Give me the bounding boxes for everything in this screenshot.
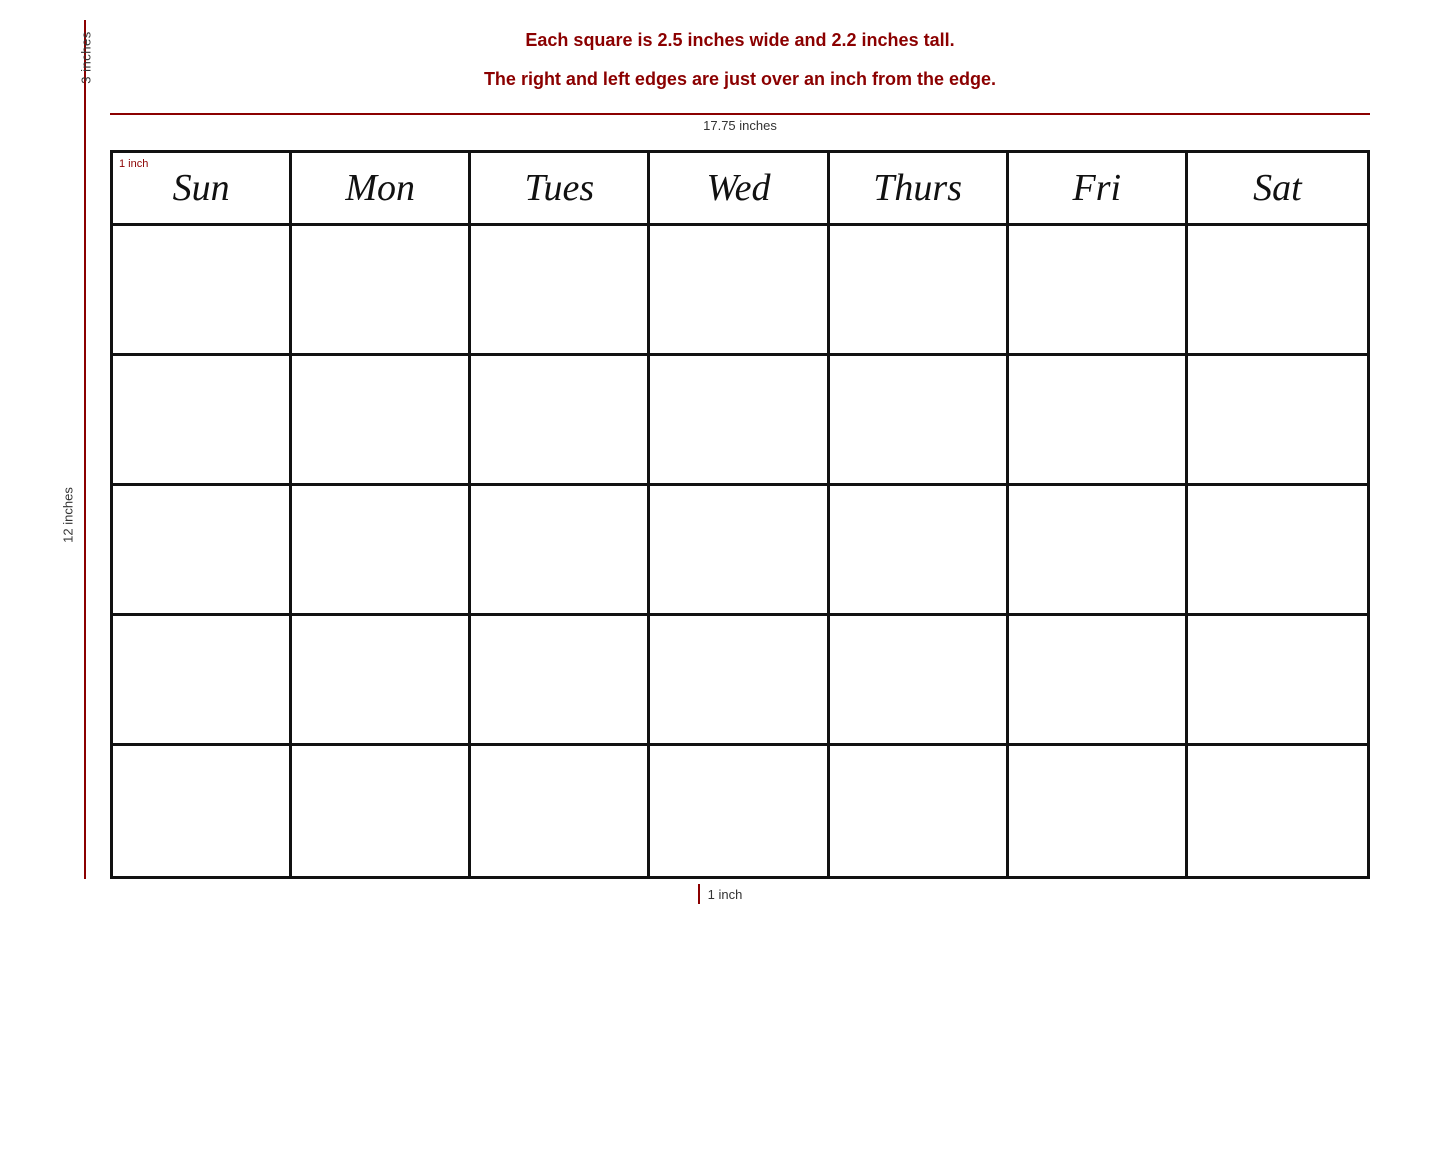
calendar-day-cell (113, 746, 292, 876)
calendar-day-cell (830, 356, 1009, 486)
info-line-2: The right and left edges are just over a… (484, 69, 996, 90)
calendar-day-cell (471, 486, 650, 616)
calendar-day-cell (650, 226, 829, 356)
day-label-fri: Fri (1072, 166, 1121, 210)
calendar: 1 inch Sun Mon Tues Wed Thurs Fri (110, 150, 1370, 879)
calendar-day-cell (471, 616, 650, 746)
h-measure-container: 17.75 inches (110, 113, 1370, 133)
calendar-day-cell (1009, 616, 1188, 746)
calendar-day-cell (830, 226, 1009, 356)
calendar-day-cell (1188, 746, 1367, 876)
calendar-day-cell (471, 746, 650, 876)
top-annotation: 3 inches Each square is 2.5 inches wide … (70, 20, 1370, 150)
calendar-day-cell (830, 616, 1009, 746)
page-container: 3 inches Each square is 2.5 inches wide … (70, 20, 1370, 904)
calendar-day-cell (113, 356, 292, 486)
day-label-wed: Wed (706, 166, 770, 210)
calendar-day-cell (292, 746, 471, 876)
calendar-day-cell (292, 226, 471, 356)
header-cell-sun: 1 inch Sun (113, 153, 292, 223)
top-vertical-label-container: 3 inches (70, 20, 100, 150)
sun-inch-label: 1 inch (119, 158, 148, 170)
bottom-annotation: 1 inch (70, 884, 1370, 904)
h-measure-label: 17.75 inches (703, 118, 777, 133)
bottom-label: 1 inch (708, 887, 743, 902)
top-vertical-label: 3 inches (79, 31, 94, 83)
calendar-day-cell (471, 356, 650, 486)
bottom-tick-row: 1 inch (698, 884, 743, 904)
calendar-day-cell (650, 746, 829, 876)
header-cell-thurs: Thurs (830, 153, 1009, 223)
calendar-day-cell (1188, 486, 1367, 616)
main-area: 12 inches 1 inch Sun Mon Tues Wed (70, 150, 1370, 879)
day-label-mon: Mon (345, 166, 415, 210)
h-measure-line (110, 113, 1370, 115)
calendar-day-cell (1188, 616, 1367, 746)
day-label-sat: Sat (1253, 166, 1302, 210)
calendar-day-cell (113, 486, 292, 616)
header-cell-tues: Tues (471, 153, 650, 223)
calendar-header: 1 inch Sun Mon Tues Wed Thurs Fri (113, 153, 1367, 226)
calendar-day-cell (1009, 746, 1188, 876)
header-cell-fri: Fri (1009, 153, 1188, 223)
calendar-day-cell (292, 616, 471, 746)
calendar-day-cell (1009, 486, 1188, 616)
calendar-day-cell (292, 356, 471, 486)
calendar-day-cell (471, 226, 650, 356)
calendar-day-cell (113, 226, 292, 356)
header-cell-mon: Mon (292, 153, 471, 223)
calendar-day-cell (830, 746, 1009, 876)
day-label-tues: Tues (525, 166, 595, 210)
calendar-day-cell (830, 486, 1009, 616)
calendar-day-cell (650, 486, 829, 616)
info-line-1: Each square is 2.5 inches wide and 2.2 i… (525, 30, 954, 51)
bottom-tick (698, 884, 700, 904)
day-label-sun: Sun (173, 166, 230, 210)
left-vertical-label-container: 12 inches (70, 150, 100, 879)
info-text-block: Each square is 2.5 inches wide and 2.2 i… (110, 20, 1370, 133)
left-vertical-label: 12 inches (60, 487, 75, 543)
header-cell-sat: Sat (1188, 153, 1367, 223)
calendar-day-cell (650, 356, 829, 486)
calendar-day-cell (1188, 226, 1367, 356)
h-measure-line-row (110, 113, 1370, 115)
calendar-day-cell (650, 616, 829, 746)
header-cell-wed: Wed (650, 153, 829, 223)
calendar-day-cell (1009, 226, 1188, 356)
left-vertical-line (84, 150, 86, 879)
day-label-thurs: Thurs (873, 166, 962, 210)
calendar-day-cell (292, 486, 471, 616)
calendar-body (113, 226, 1367, 876)
calendar-day-cell (113, 616, 292, 746)
calendar-day-cell (1188, 356, 1367, 486)
calendar-day-cell (1009, 356, 1188, 486)
